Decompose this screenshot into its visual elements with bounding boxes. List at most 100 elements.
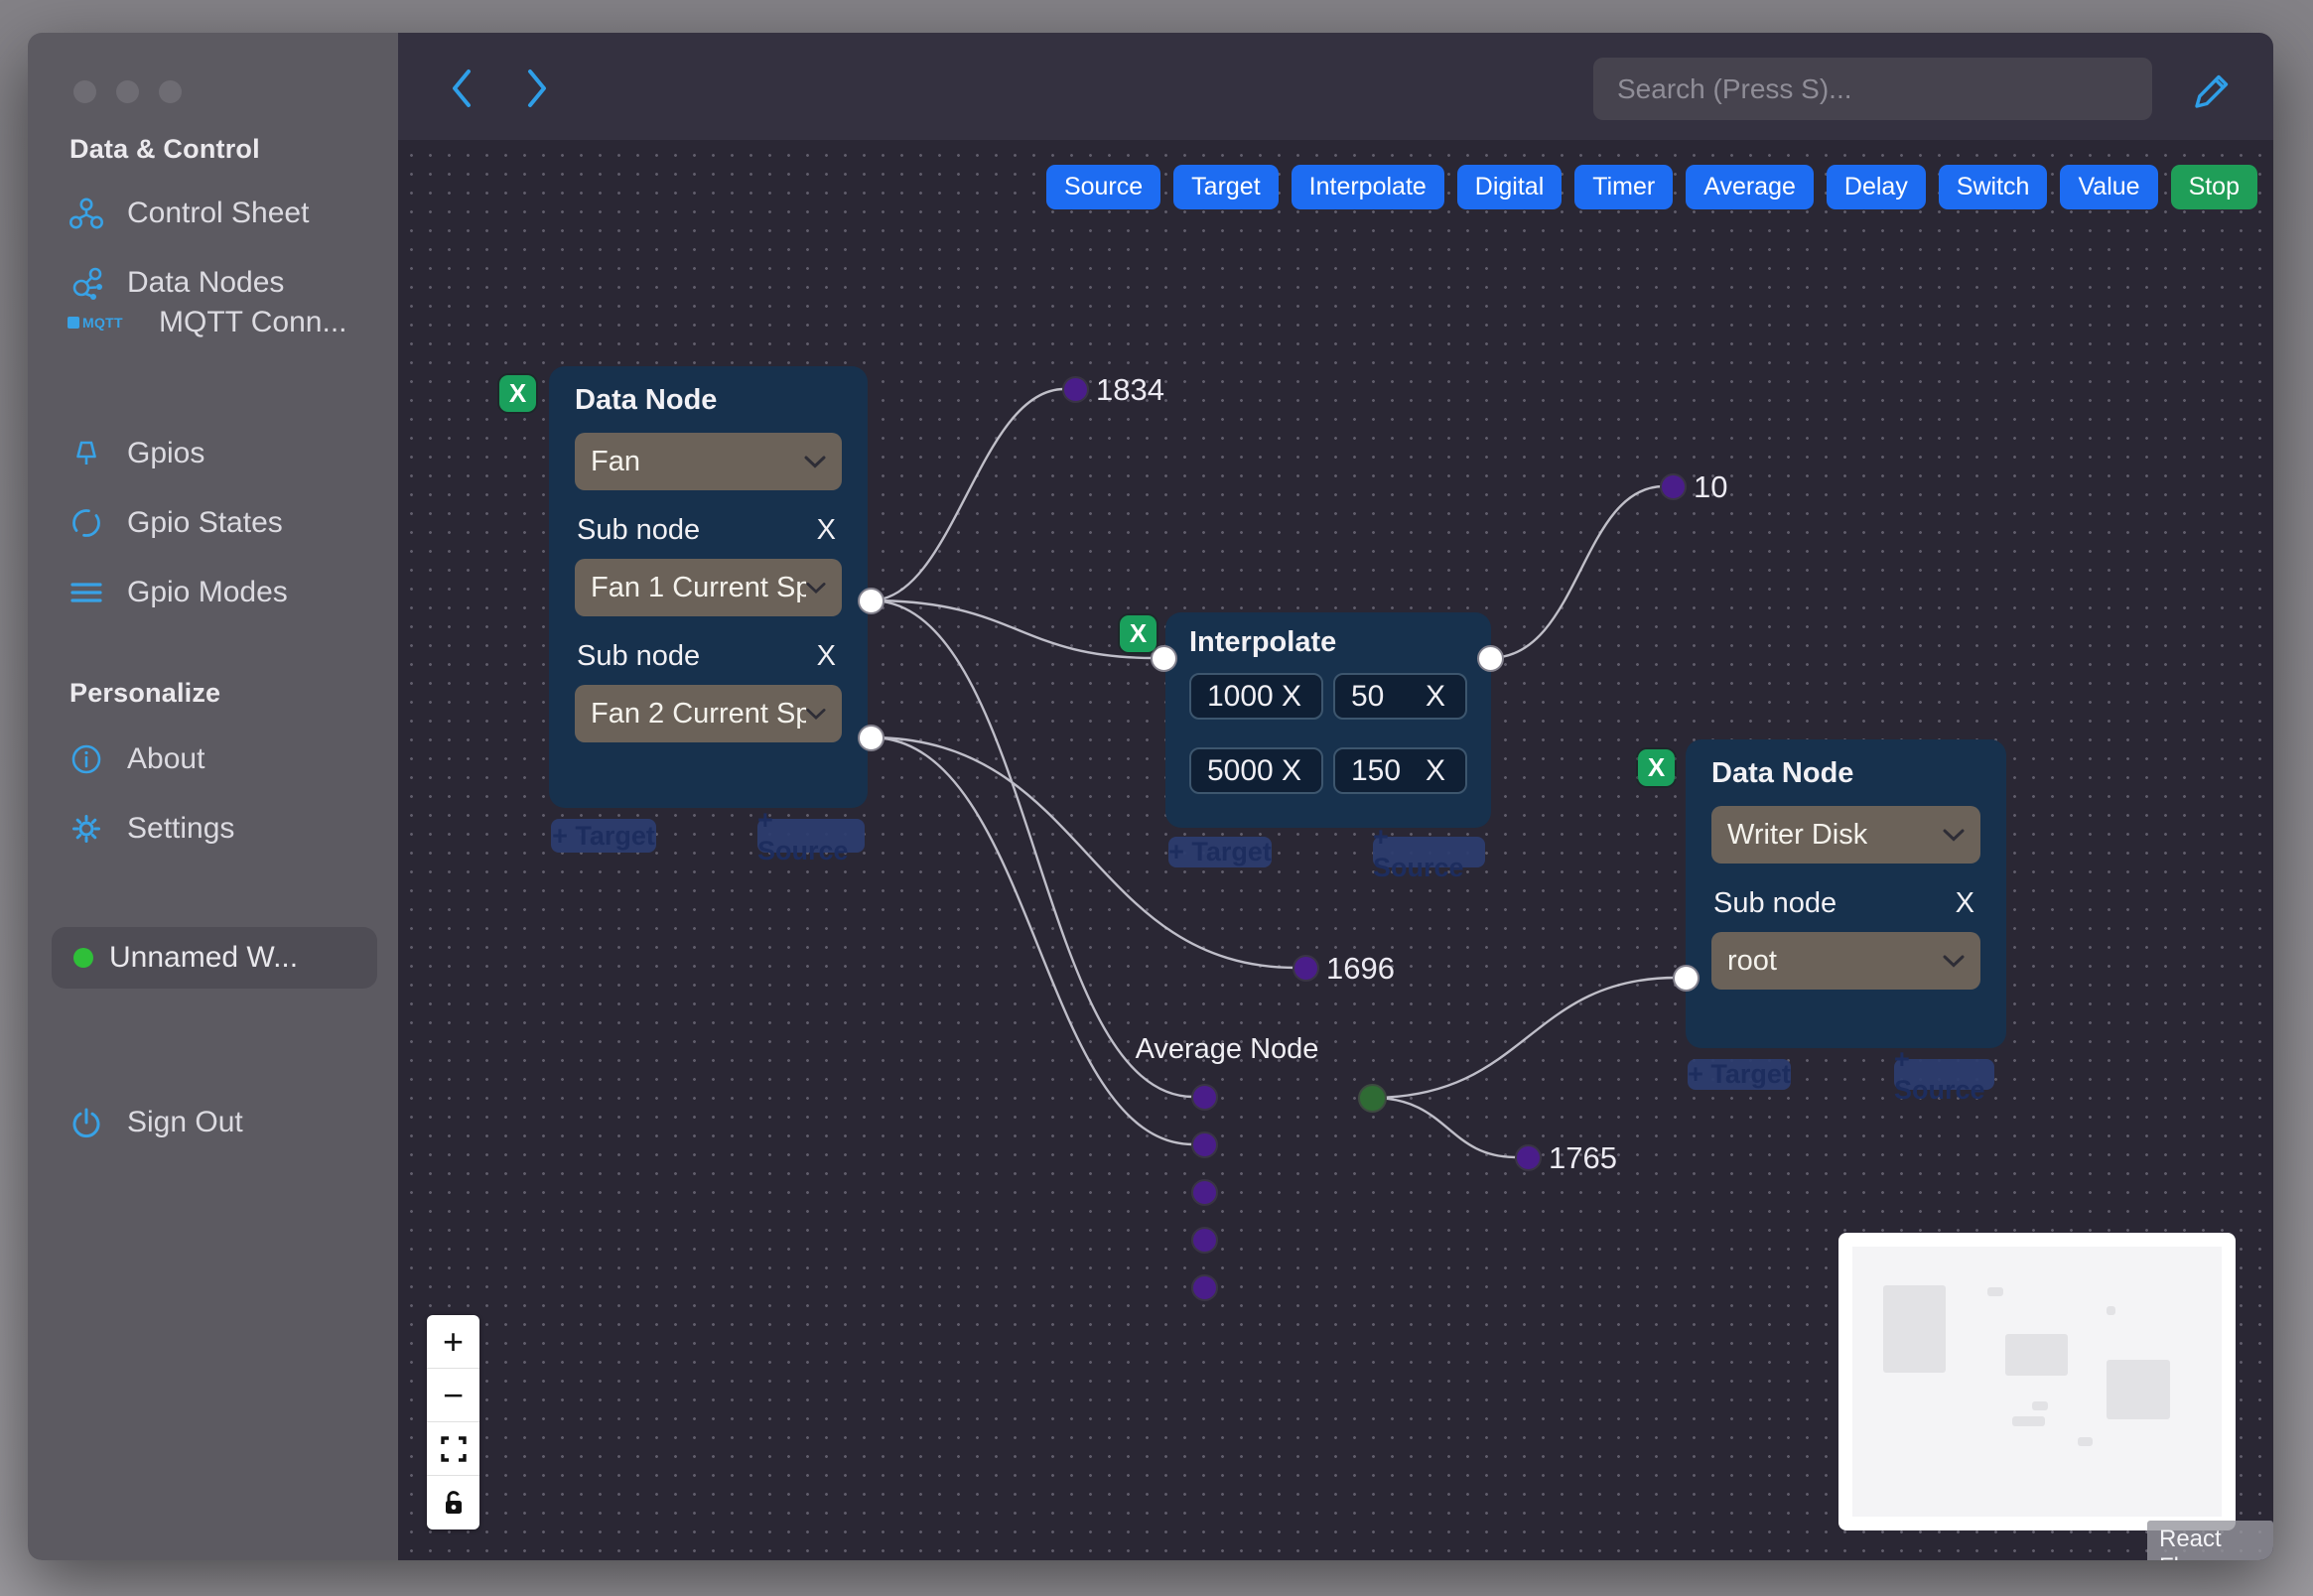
interpolate-input-4[interactable]: 150 X [1333,747,1467,794]
remove-sub-node-button[interactable]: X [813,640,840,673]
add-interpolate-node-button[interactable]: Interpolate [1291,165,1444,209]
edge-fan1-1834[interactable] [870,387,1065,602]
interpolate-input-1[interactable]: 1000 X [1189,673,1323,720]
lines-icon [68,575,105,610]
add-value-node-button[interactable]: Value [2060,165,2158,209]
sidebar-item-mqtt[interactable]: MQTT MQTT Conn... [68,299,347,346]
pencil-icon [2195,74,2229,108]
delete-interpolate-node-button[interactable]: X [1120,615,1156,652]
sidebar-item-gpio-modes[interactable]: Gpio Modes [68,569,288,616]
writer-add-target-button[interactable]: + Target [1688,1059,1791,1090]
interpolate-input-2[interactable]: 50 X [1333,673,1467,720]
add-delay-node-button[interactable]: Delay [1826,165,1926,209]
minimap[interactable] [1838,1233,2236,1530]
add-target-node-button[interactable]: Target [1173,165,1279,209]
sub-node-label: Sub node [1713,887,1837,919]
writer-sub1-target-handle[interactable] [1673,965,1700,992]
sidebar-item-control-sheet[interactable]: Control Sheet [68,190,309,237]
add-average-node-button[interactable]: Average [1686,165,1814,209]
node-toolbar: Source Target Interpolate Digital Timer … [1045,165,2257,209]
average-source-handle[interactable] [1358,1084,1387,1113]
fan-sub2-select[interactable]: Fan 2 Current Spe [575,685,842,742]
edge-fan1-interpolate[interactable] [870,598,1156,660]
average-target-handle-1[interactable] [1191,1084,1218,1111]
remove-value-button[interactable]: X [1278,754,1305,788]
sidebar-item-about[interactable]: About [68,735,204,783]
edge-average-writer[interactable] [1371,976,1678,1100]
fan-sub2-source-handle[interactable] [858,725,884,751]
remove-sub-node-button[interactable]: X [1952,887,1978,920]
fan-data-node[interactable]: Data Node Fan Sub node X Fan 1 Current S… [549,366,868,808]
remove-sub-node-button[interactable]: X [813,514,840,547]
zoom-out-button[interactable]: − [427,1369,479,1422]
value-label: 1765 [1549,1140,1617,1175]
flow-canvas[interactable]: Source Target Interpolate Digital Timer … [398,140,2273,1560]
search-input[interactable] [1593,58,2152,120]
sidebar-item-sign-out[interactable]: Sign Out [68,1099,243,1146]
fan-sub1-select[interactable]: Fan 1 Current Spe [575,559,842,616]
writer-data-node[interactable]: Data Node Writer Disk Sub node X root [1686,739,2006,1048]
writer-sub1-select[interactable]: root [1711,932,1980,990]
forward-button[interactable] [515,66,559,110]
value-handle-10[interactable] [1660,473,1687,500]
react-flow-attribution[interactable]: React Flow [2147,1521,2273,1560]
lock-toggle-button[interactable] [427,1476,479,1530]
average-target-handle-2[interactable] [1191,1131,1218,1158]
chevron-right-icon [528,69,546,107]
sidebar-item-settings[interactable]: Settings [68,805,234,853]
value-handle-1765[interactable] [1515,1144,1542,1171]
interpolate-target-handle[interactable] [1151,645,1177,672]
interpolate-add-source-button[interactable]: + Source [1373,822,1485,882]
sidebar-item-gpios[interactable]: Gpios [68,430,204,477]
interpolate-input-3[interactable]: 5000 X [1189,747,1323,794]
close-window-button[interactable] [73,80,96,103]
add-source-node-button[interactable]: Source [1045,165,1161,209]
unlock-icon [445,1491,462,1514]
value-handle-1696[interactable] [1293,955,1319,982]
sidebar-item-gpio-states[interactable]: Gpio States [68,499,283,547]
writer-device-select[interactable]: Writer Disk [1711,806,1980,864]
main-panel: Source Target Interpolate Digital Timer … [398,33,2273,1560]
edge-fan1-average[interactable] [870,598,1194,1099]
average-target-handle-4[interactable] [1191,1227,1218,1254]
sub-node-label: Sub node [577,640,701,672]
interpolate-node[interactable]: Interpolate 1000 X 50 X 5000 X 150 X [1165,612,1491,828]
stop-button[interactable]: Stop [2170,165,2257,209]
remove-value-button[interactable]: X [1422,754,1449,788]
delete-fan-node-button[interactable]: X [499,375,536,412]
interpolate-source-handle[interactable] [1477,645,1504,672]
add-timer-node-button[interactable]: Timer [1574,165,1674,209]
fan-device-select[interactable]: Fan [575,433,842,490]
edge-interpolate-10[interactable] [1489,484,1665,660]
value-label: 1696 [1326,951,1395,986]
average-target-handle-5[interactable] [1191,1274,1218,1301]
remove-value-button[interactable]: X [1278,680,1305,714]
delete-writer-node-button[interactable]: X [1638,749,1675,786]
sidebar-item-label: Control Sheet [127,197,310,229]
back-button[interactable] [440,66,483,110]
maximize-window-button[interactable] [159,80,182,103]
fan-sub1-source-handle[interactable] [858,588,884,614]
minimap-node [1987,1287,2003,1296]
add-digital-node-button[interactable]: Digital [1456,165,1563,209]
fan-add-source-button[interactable]: + Source [757,805,865,865]
minimize-window-button[interactable] [116,80,139,103]
remove-value-button[interactable]: X [1422,680,1449,714]
minimap-node [2107,1360,2170,1419]
edge-average-1765[interactable] [1371,1096,1518,1159]
fit-view-button[interactable] [427,1422,479,1476]
interpolate-add-target-button[interactable]: + Target [1168,837,1272,867]
edit-button[interactable] [2183,63,2233,112]
zoom-in-button[interactable]: + [427,1315,479,1369]
sidebar-item-workspace[interactable]: Unnamed W... [52,927,377,989]
info-icon [68,741,105,777]
average-target-handle-3[interactable] [1191,1179,1218,1206]
add-switch-node-button[interactable]: Switch [1938,165,2048,209]
topbar [398,33,2273,140]
value-handle-1834[interactable] [1062,376,1089,403]
gear-icon [68,811,105,847]
writer-add-source-button[interactable]: + Source [1894,1044,1994,1105]
fan-add-target-button[interactable]: + Target [551,819,656,853]
sidebar-item-label: Sign Out [127,1106,243,1138]
pin-icon [68,436,105,471]
